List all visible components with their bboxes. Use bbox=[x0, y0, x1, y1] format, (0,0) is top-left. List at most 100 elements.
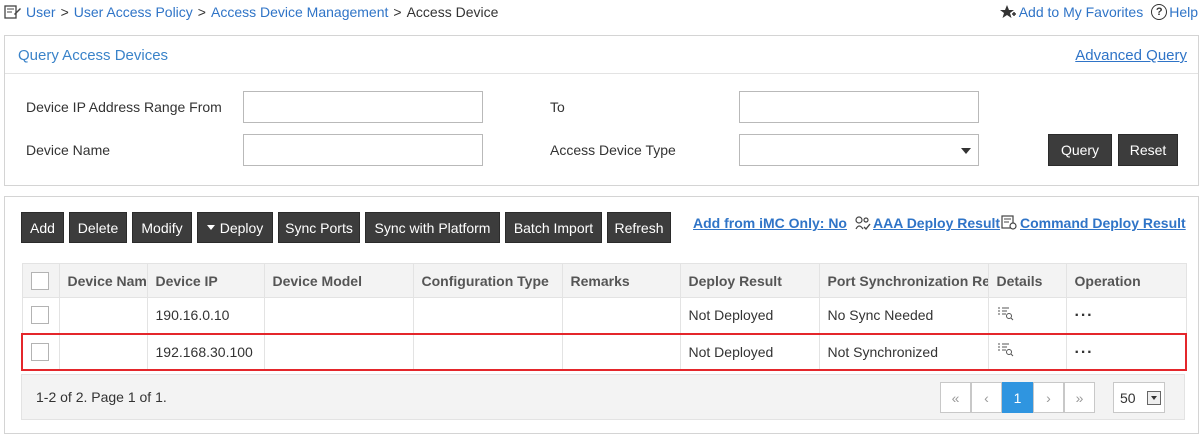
command-deploy-result-label: Command Deploy Result bbox=[1020, 215, 1186, 231]
device-model-cell bbox=[263, 297, 414, 334]
user-page-icon bbox=[4, 5, 21, 19]
column-header-configuration-type[interactable]: Configuration Type bbox=[412, 263, 563, 298]
aaa-deploy-result-link[interactable]: AAA Deploy Result bbox=[854, 215, 1000, 231]
device-ip-cell: 190.16.0.10 bbox=[146, 297, 265, 334]
modify-button[interactable]: Modify bbox=[132, 212, 192, 243]
operation-cell: ··· bbox=[1065, 332, 1187, 371]
table-header-row: Device Nam Device IP Device Model Config… bbox=[21, 263, 1187, 298]
top-links: Add to My Favorites ? Help bbox=[999, 4, 1198, 20]
next-page-button[interactable]: › bbox=[1033, 382, 1064, 413]
ip-from-input[interactable] bbox=[243, 91, 483, 123]
deploy-result-cell: Not Deployed bbox=[679, 332, 820, 371]
chevron-down-icon bbox=[961, 148, 971, 154]
port-sync-cell: Not Synchronized bbox=[818, 332, 989, 371]
pagination-bar: 1-2 of 2. Page 1 of 1. « ‹ 1 › » 50 bbox=[21, 374, 1185, 420]
command-deploy-result-link[interactable]: Command Deploy Result bbox=[1001, 215, 1186, 231]
column-header-port-sync-result[interactable]: Port Synchronization Re: bbox=[818, 263, 989, 298]
query-panel-title: Query Access Devices bbox=[18, 47, 169, 64]
column-header-device-name[interactable]: Device Nam bbox=[58, 263, 148, 298]
last-page-button[interactable]: » bbox=[1064, 382, 1095, 413]
previous-page-button[interactable]: ‹ bbox=[971, 382, 1002, 413]
device-name-input[interactable] bbox=[243, 134, 483, 166]
row-checkbox[interactable] bbox=[30, 306, 49, 325]
device-name-cell bbox=[58, 297, 148, 334]
aaa-result-icon bbox=[855, 216, 871, 231]
row-select-cell bbox=[21, 297, 60, 334]
column-header-device-ip[interactable]: Device IP bbox=[146, 263, 265, 298]
help-icon[interactable]: ? bbox=[1151, 4, 1168, 20]
refresh-button[interactable]: Refresh bbox=[607, 212, 671, 243]
favorites-star-icon bbox=[999, 5, 1016, 18]
column-header-device-model[interactable]: Device Model bbox=[263, 263, 414, 298]
breadcrumb-separator: > bbox=[197, 4, 206, 20]
add-from-imc-only-link[interactable]: Add from iMC Only: No bbox=[693, 215, 847, 231]
sync-with-platform-button[interactable]: Sync with Platform bbox=[365, 212, 500, 243]
breadcrumb-separator: > bbox=[393, 4, 402, 20]
column-header-details: Details bbox=[987, 263, 1067, 298]
configuration-type-cell bbox=[412, 332, 563, 371]
deploy-button-label: Deploy bbox=[219, 219, 264, 236]
page-size-select[interactable]: 50 bbox=[1113, 382, 1165, 413]
details-icon[interactable] bbox=[997, 307, 1015, 321]
add-button[interactable]: Add bbox=[21, 212, 64, 243]
ip-to-label: To bbox=[550, 99, 565, 115]
device-list-panel: Add Delete Modify Deploy Sync Ports Sync… bbox=[4, 196, 1199, 434]
breadcrumb-separator: > bbox=[60, 4, 69, 20]
more-actions-icon[interactable]: ··· bbox=[1075, 344, 1094, 361]
remarks-cell bbox=[561, 332, 681, 371]
delete-button[interactable]: Delete bbox=[69, 212, 127, 243]
caret-down-icon bbox=[206, 225, 215, 230]
ip-to-input[interactable] bbox=[739, 91, 979, 123]
more-actions-icon[interactable]: ··· bbox=[1075, 307, 1094, 324]
row-select-cell bbox=[21, 332, 60, 371]
query-panel: Query Access Devices Advanced Query Devi… bbox=[4, 35, 1199, 186]
port-sync-cell: No Sync Needed bbox=[818, 297, 989, 334]
first-page-button[interactable]: « bbox=[940, 382, 971, 413]
deploy-result-cell: Not Deployed bbox=[679, 297, 820, 334]
details-cell bbox=[987, 332, 1067, 371]
advanced-query-link[interactable]: Advanced Query bbox=[1075, 47, 1187, 64]
top-bar: User > User Access Policy > Access Devic… bbox=[0, 0, 1202, 28]
page-size-value: 50 bbox=[1120, 389, 1136, 406]
query-button[interactable]: Query bbox=[1048, 134, 1112, 166]
select-all-checkbox[interactable] bbox=[30, 271, 49, 290]
chevron-down-icon bbox=[1147, 391, 1161, 405]
breadcrumb-user[interactable]: User bbox=[26, 4, 56, 20]
device-type-select[interactable] bbox=[739, 134, 979, 166]
add-from-imc-only-label: Add from iMC Only: No bbox=[693, 215, 847, 231]
batch-import-button[interactable]: Batch Import bbox=[505, 212, 602, 243]
help-link[interactable]: Help bbox=[1169, 4, 1198, 20]
add-to-favorites-link[interactable]: Add to My Favorites bbox=[1019, 4, 1144, 20]
select-all-cell bbox=[21, 263, 60, 298]
device-name-label: Device Name bbox=[26, 142, 111, 158]
details-icon[interactable] bbox=[997, 343, 1015, 357]
configuration-type-cell bbox=[412, 297, 563, 334]
aaa-deploy-result-label: AAA Deploy Result bbox=[873, 215, 1001, 231]
current-page-button[interactable]: 1 bbox=[1002, 382, 1033, 413]
column-header-deploy-result[interactable]: Deploy Result bbox=[679, 263, 820, 298]
column-header-operation: Operation bbox=[1065, 263, 1187, 298]
command-result-icon bbox=[1001, 215, 1017, 230]
device-model-cell bbox=[263, 332, 414, 371]
column-header-remarks[interactable]: Remarks bbox=[561, 263, 681, 298]
breadcrumb-access-device-management[interactable]: Access Device Management bbox=[211, 4, 388, 20]
device-ip-cell: 192.168.30.100 bbox=[146, 332, 265, 371]
breadcrumb-user-access-policy[interactable]: User Access Policy bbox=[74, 4, 193, 20]
row-checkbox[interactable] bbox=[31, 342, 49, 361]
device-type-label: Access Device Type bbox=[550, 142, 676, 158]
sync-ports-button[interactable]: Sync Ports bbox=[278, 212, 360, 243]
ip-from-label: Device IP Address Range From bbox=[26, 99, 222, 115]
pagination-info: 1-2 of 2. Page 1 of 1. bbox=[36, 389, 167, 405]
device-table: Device Nam Device IP Device Model Config… bbox=[21, 263, 1187, 371]
breadcrumb: User > User Access Policy > Access Devic… bbox=[4, 4, 498, 20]
reset-button[interactable]: Reset bbox=[1118, 134, 1178, 166]
table-row[interactable]: 192.168.30.100 Not Deployed Not Synchron… bbox=[21, 332, 1187, 371]
query-panel-header: Query Access Devices Advanced Query bbox=[5, 36, 1198, 74]
breadcrumb-current: Access Device bbox=[406, 4, 499, 20]
details-cell bbox=[987, 297, 1067, 334]
device-name-cell bbox=[58, 332, 148, 371]
deploy-button[interactable]: Deploy bbox=[197, 212, 273, 243]
table-row[interactable]: 190.16.0.10 Not Deployed No Sync Needed … bbox=[21, 297, 1187, 334]
remarks-cell bbox=[561, 297, 681, 334]
operation-cell: ··· bbox=[1065, 297, 1187, 334]
